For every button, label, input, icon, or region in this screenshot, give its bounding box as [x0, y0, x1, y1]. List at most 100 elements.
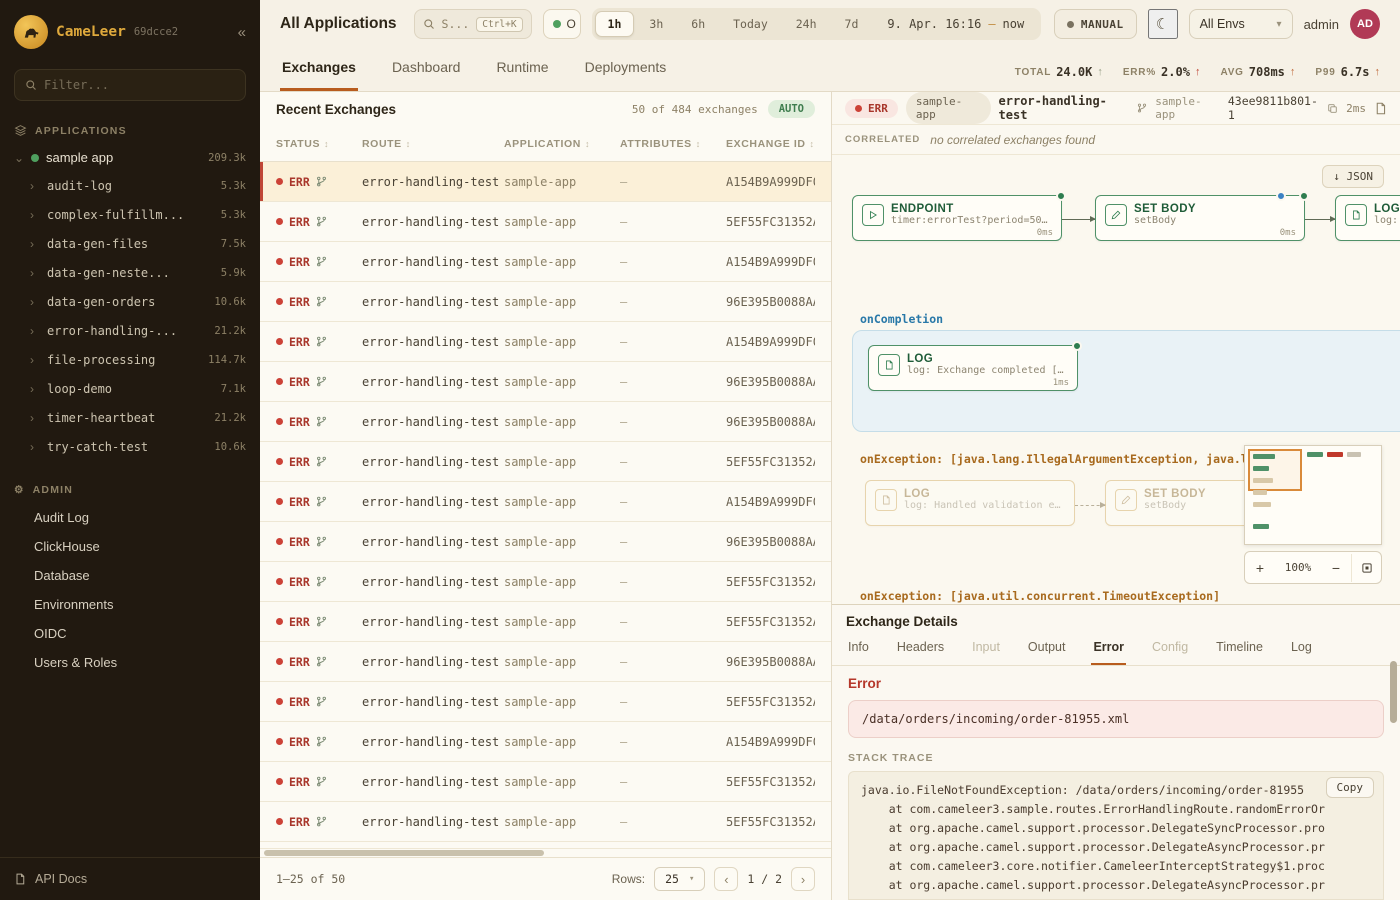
table-row[interactable]: ERR error-handling-test sample-app — 96E…	[260, 522, 831, 562]
time-range-button[interactable]: 7d	[832, 11, 872, 37]
flow-node-endpoint[interactable]: ENDPOINT timer:errorTest?period=5000&del…	[852, 195, 1062, 241]
flow-minimap[interactable]	[1244, 445, 1382, 545]
sidebar-filter-input[interactable]	[44, 78, 235, 92]
column-header[interactable]: ATTRIBUTES ↕	[620, 138, 726, 150]
zoom-out-button[interactable]: −	[1321, 560, 1351, 576]
sidebar-route-item[interactable]: › data-gen-orders 10.6k	[0, 287, 260, 316]
detail-exchange-id[interactable]: 43ee9811b801-1	[1228, 94, 1338, 122]
attributes-cell: —	[620, 535, 726, 549]
column-header[interactable]: APPLICATION ↕	[504, 138, 620, 150]
sidebar-admin-item[interactable]: Audit Log	[0, 503, 260, 532]
manual-refresh-button[interactable]: MANUAL	[1054, 9, 1137, 39]
detail-route-name[interactable]: error-handling-test	[999, 94, 1148, 122]
sidebar-route-item[interactable]: › error-handling-... 21.2k	[0, 316, 260, 345]
flow-node-log-exception[interactable]: LOG log: Handled validation error: ${exc…	[865, 480, 1075, 526]
table-row[interactable]: ERR error-handling-test sample-app — A15…	[260, 722, 831, 762]
sidebar-collapse-button[interactable]: «	[238, 24, 246, 41]
sidebar-route-list: › audit-log 5.3k › complex-fulfillm... 5…	[0, 171, 260, 461]
sidebar-route-item[interactable]: › data-gen-files 7.5k	[0, 229, 260, 258]
date-range[interactable]: 9. Apr. 16:16 – now	[873, 17, 1038, 31]
details-tab[interactable]: Timeline	[1214, 633, 1265, 665]
time-range-button[interactable]: 24h	[783, 11, 830, 37]
sidebar-route-item[interactable]: › try-catch-test 10.6k	[0, 432, 260, 461]
details-tab[interactable]: Log	[1289, 633, 1314, 665]
table-row[interactable]: ERR error-handling-test sample-app — A15…	[260, 482, 831, 522]
stack-trace-line: at com.cameleer3.sample.routes.ErrorHand…	[861, 800, 1371, 819]
rows-per-page-select[interactable]: 25 ▾	[654, 867, 705, 891]
detail-app-badge[interactable]: sample-app	[906, 92, 991, 124]
global-search[interactable]: S... Ctrl+K	[414, 9, 532, 39]
details-tab[interactable]: Headers	[895, 633, 946, 665]
column-header[interactable]: STATUS ↕	[276, 138, 362, 150]
time-range-button[interactable]: 1h	[595, 11, 635, 37]
table-row[interactable]: ERR error-handling-test sample-app — A15…	[260, 242, 831, 282]
flow-node-set-body[interactable]: SET BODY setBody 0ms	[1095, 195, 1305, 241]
table-row[interactable]: ERR error-handling-test sample-app — 5EF…	[260, 802, 831, 842]
environment-select[interactable]: All Envs ▾	[1189, 9, 1293, 39]
table-row[interactable]: ERR error-handling-test sample-app — A15…	[260, 162, 831, 202]
download-json-button[interactable]: ↓ JSON	[1322, 165, 1384, 188]
details-tab[interactable]: Input	[970, 633, 1002, 665]
scrollbar-thumb[interactable]	[264, 850, 544, 856]
sidebar-route-item[interactable]: › audit-log 5.3k	[0, 171, 260, 200]
table-row[interactable]: ERR error-handling-test sample-app — A15…	[260, 322, 831, 362]
sidebar-route-item[interactable]: › data-gen-neste... 5.9k	[0, 258, 260, 287]
live-toggle[interactable]: O	[543, 9, 581, 39]
search-icon	[423, 18, 435, 30]
table-row[interactable]: ERR error-handling-test sample-app — 5EF…	[260, 202, 831, 242]
details-tab[interactable]: Info	[846, 633, 871, 665]
sidebar-admin-item[interactable]: Users & Roles	[0, 648, 260, 677]
api-docs-link[interactable]: API Docs	[0, 857, 260, 900]
avatar[interactable]: AD	[1350, 9, 1380, 39]
table-row[interactable]: ERR error-handling-test sample-app — 5EF…	[260, 602, 831, 642]
details-tab[interactable]: Config	[1150, 633, 1190, 665]
zoom-fit-icon[interactable]	[1351, 554, 1381, 582]
nav-tab[interactable]: Runtime	[494, 49, 550, 91]
table-row[interactable]: ERR error-handling-test sample-app — 96E…	[260, 362, 831, 402]
nav-tab[interactable]: Exchanges	[280, 49, 358, 91]
prev-page-button[interactable]: ‹	[714, 867, 738, 891]
vertical-scrollbar-thumb[interactable]	[1390, 661, 1397, 723]
time-range-button[interactable]: Today	[720, 11, 781, 37]
api-docs-label: API Docs	[35, 872, 87, 886]
nav-tab[interactable]: Deployments	[583, 49, 669, 91]
flow-node-log[interactable]: LOG log: Sta	[1335, 195, 1400, 241]
time-range-button[interactable]: 3h	[636, 11, 676, 37]
dark-mode-toggle[interactable]: ☾	[1148, 9, 1178, 39]
flow-node-log-completion[interactable]: LOG log: Exchange completed [${exchan 1m…	[868, 345, 1078, 391]
table-row[interactable]: ERR error-handling-test sample-app — 96E…	[260, 402, 831, 442]
column-header[interactable]: ROUTE ↕	[362, 138, 504, 150]
sidebar-admin-item[interactable]: ClickHouse	[0, 532, 260, 561]
details-tab[interactable]: Output	[1026, 633, 1068, 665]
column-header[interactable]: EXCHANGE ID ↕	[726, 138, 815, 150]
auto-refresh-badge[interactable]: AUTO	[768, 100, 815, 118]
sidebar-route-item[interactable]: › complex-fulfillm... 5.3k	[0, 200, 260, 229]
horizontal-scrollbar[interactable]	[260, 848, 831, 857]
table-row[interactable]: ERR error-handling-test sample-app — 5EF…	[260, 762, 831, 802]
table-row[interactable]: ERR error-handling-test sample-app — 5EF…	[260, 442, 831, 482]
route-flow-canvas[interactable]: ↓ JSON ENDPOINT timer:errorTest?period=5…	[832, 155, 1400, 604]
sidebar-admin-item[interactable]: Environments	[0, 590, 260, 619]
zoom-in-button[interactable]: +	[1245, 560, 1275, 576]
nav-tab[interactable]: Dashboard	[390, 49, 463, 91]
sidebar-admin-item[interactable]: OIDC	[0, 619, 260, 648]
attributes-cell: —	[620, 175, 726, 189]
document-icon[interactable]	[1374, 102, 1387, 115]
table-row[interactable]: ERR error-handling-test sample-app — 96E…	[260, 642, 831, 682]
sidebar-route-item[interactable]: › file-processing 114.7k	[0, 345, 260, 374]
table-row[interactable]: ERR error-handling-test sample-app — 5EF…	[260, 682, 831, 722]
details-tab[interactable]: Error	[1091, 633, 1126, 665]
route-count: 5.3k	[221, 180, 246, 192]
copy-button[interactable]: Copy	[1326, 777, 1375, 798]
time-range-button[interactable]: 6h	[678, 11, 718, 37]
applications-section-label: APPLICATIONS	[35, 125, 127, 137]
next-page-button[interactable]: ›	[791, 867, 815, 891]
sidebar-route-item[interactable]: › loop-demo 7.1k	[0, 374, 260, 403]
table-row[interactable]: ERR error-handling-test sample-app — 96E…	[260, 282, 831, 322]
error-status-dot	[276, 458, 283, 465]
branch-icon	[316, 736, 327, 747]
sidebar-route-item[interactable]: › timer-heartbeat 21.2k	[0, 403, 260, 432]
sidebar-admin-item[interactable]: Database	[0, 561, 260, 590]
table-row[interactable]: ERR error-handling-test sample-app — 5EF…	[260, 562, 831, 602]
sidebar-app-sample-app[interactable]: ⌄ sample app 209.3k	[0, 144, 260, 171]
